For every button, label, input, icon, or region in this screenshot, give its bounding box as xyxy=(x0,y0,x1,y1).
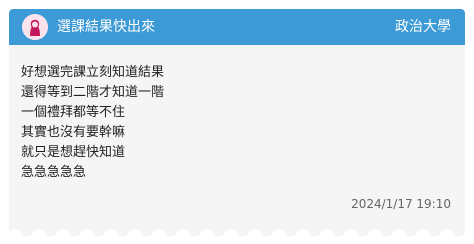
post-line: 一個禮拜都等不住 xyxy=(21,105,126,120)
female-avatar-icon xyxy=(22,14,48,40)
post-title[interactable]: 選課結果快出來 xyxy=(57,18,155,36)
board-name[interactable]: 政治大學 xyxy=(395,18,451,36)
post-line: 急急急急急 xyxy=(21,165,87,180)
post-line: 其實也沒有要幹嘛 xyxy=(21,125,126,140)
post-line: 就只是想趕快知道 xyxy=(21,145,126,160)
card-header: 選課結果快出來 政治大學 xyxy=(9,9,465,45)
post-timestamp: 2024/1/17 19:10 xyxy=(351,197,451,211)
post-line: 好想選完課立刻知道結果 xyxy=(21,65,165,80)
torn-edge-divider xyxy=(9,229,465,241)
post-card[interactable]: 選課結果快出來 政治大學 好想選完課立刻知道結果 還得等到二階才知道一階 一個禮… xyxy=(9,9,465,241)
post-body: 好想選完課立刻知道結果 還得等到二階才知道一階 一個禮拜都等不住 其實也沒有要幹… xyxy=(21,63,164,183)
post-line: 還得等到二階才知道一階 xyxy=(21,85,165,100)
